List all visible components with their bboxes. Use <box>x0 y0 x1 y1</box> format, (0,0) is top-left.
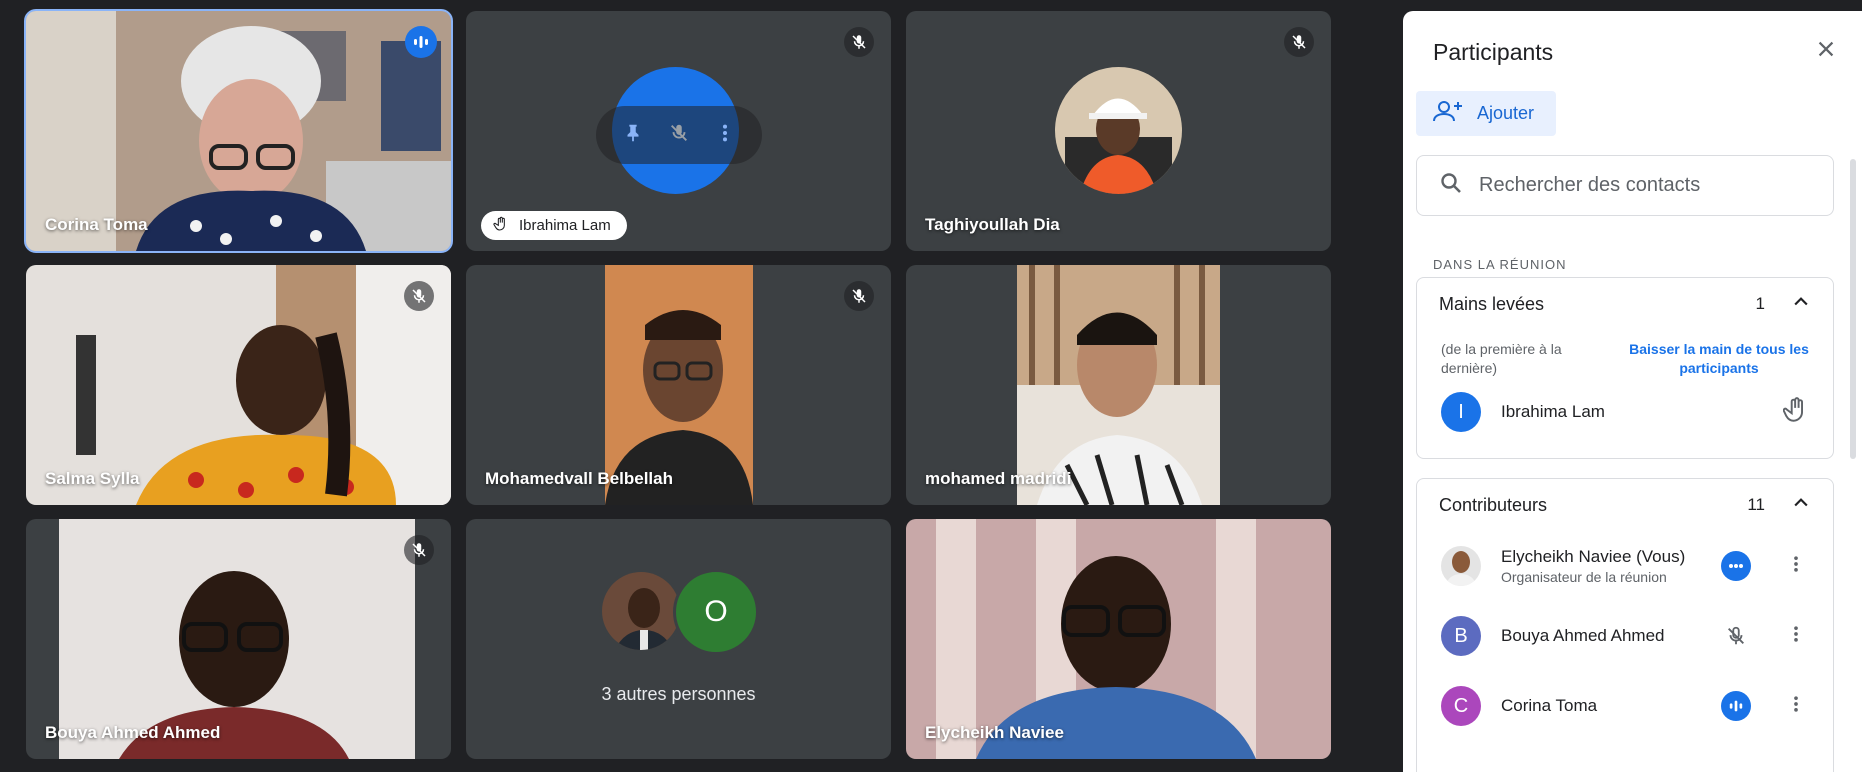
mic-off-icon <box>404 535 434 565</box>
more-options-button[interactable] <box>1781 551 1811 581</box>
contributor-row: C Corina Toma <box>1417 671 1833 741</box>
others-count-label: 3 autres personnes <box>601 684 756 704</box>
more-vert-icon <box>1786 624 1806 649</box>
search-contacts-field[interactable] <box>1416 155 1834 216</box>
participant-tile[interactable]: Taghiyoullah Dia <box>906 11 1331 251</box>
in-meeting-section-label: DANS LA RÉUNION <box>1433 257 1567 272</box>
participant-name: Corina Toma <box>1501 696 1598 715</box>
mic-off-icon <box>1721 621 1751 651</box>
participant-role: Organisateur de la réunion <box>1501 569 1667 585</box>
contributors-section: Contributeurs 11 Elycheikh Naviee (Vous)… <box>1416 478 1834 772</box>
participant-initial-avatar: I <box>1441 392 1481 432</box>
mic-off-icon <box>404 281 434 311</box>
contributors-header[interactable]: Contributeurs 11 <box>1417 479 1833 531</box>
participant-avatar <box>1055 67 1182 194</box>
raised-hands-title: Mains levées <box>1439 293 1545 314</box>
raised-hands-section: Mains levées 1 (de la première à la dern… <box>1416 277 1834 459</box>
speaking-indicator-icon <box>1721 691 1751 721</box>
participant-tile[interactable]: Corina Toma <box>24 9 453 253</box>
participant-name: Elycheikh Naviee <box>925 723 1064 742</box>
participant-tile[interactable]: Elycheikh Naviee <box>906 519 1331 759</box>
more-options-icon[interactable] <box>714 122 736 149</box>
participant-name: Bouya Ahmed Ahmed <box>1501 626 1665 645</box>
participant-name: Mohamedvall Belbellah <box>485 469 673 488</box>
raised-hands-note-row: (de la première à la dernière) Baisser l… <box>1417 330 1833 378</box>
more-options-button[interactable] <box>1781 621 1811 651</box>
participant-initial-avatar: O <box>673 569 759 655</box>
participant-name: Ibrahima Lam <box>1501 402 1605 421</box>
video-grid: Corina Toma Ibrahima Lam Taghiyoullah Di… <box>24 9 1332 759</box>
raised-hands-header[interactable]: Mains levées 1 <box>1417 278 1833 330</box>
mic-off-icon <box>844 27 874 57</box>
avatar <box>1441 546 1481 586</box>
raised-hands-order-note: (de la première à la dernière) <box>1441 341 1562 376</box>
contributor-row: Elycheikh Naviee (Vous) Organisateur de … <box>1417 531 1833 601</box>
others-tile[interactable]: O 3 autres personnes <box>466 519 891 759</box>
search-contacts-input[interactable] <box>1479 174 1799 197</box>
participant-name: Salma Sylla <box>45 469 140 488</box>
participant-name: Elycheikh Naviee (Vous) <box>1501 547 1686 566</box>
raised-hand-icon <box>1782 396 1809 429</box>
add-people-label: Ajouter <box>1477 103 1535 123</box>
contributors-count: 11 <box>1747 495 1765 514</box>
search-icon <box>1439 171 1463 200</box>
speaking-indicator-icon <box>405 26 437 58</box>
more-vert-icon <box>1786 694 1806 719</box>
lower-hand-button[interactable] <box>1781 396 1811 429</box>
panel-title: Participants <box>1433 39 1554 65</box>
participant-initial-avatar: C <box>1441 686 1481 726</box>
participant-initial-avatar: B <box>1441 616 1481 656</box>
mic-off-icon <box>844 281 874 311</box>
participant-name: Bouya Ahmed Ahmed <box>45 723 221 742</box>
participant-name: mohamed madridi <box>925 469 1072 488</box>
participant-tile[interactable]: Ibrahima Lam <box>466 11 891 251</box>
raised-hands-count: 1 <box>1755 294 1765 313</box>
raised-hand-icon <box>493 216 509 236</box>
add-people-button[interactable]: Ajouter <box>1416 91 1556 136</box>
close-button[interactable] <box>1810 35 1842 67</box>
participant-tile[interactable]: Mohamedvall Belbellah <box>466 265 891 505</box>
chevron-up-icon[interactable] <box>1791 292 1811 317</box>
chevron-up-icon[interactable] <box>1791 493 1811 518</box>
participant-tile[interactable]: mohamed madridi <box>906 265 1331 505</box>
pin-icon[interactable] <box>622 122 644 149</box>
participant-name: Ibrahima Lam <box>519 217 611 234</box>
participant-name: Corina Toma <box>45 215 148 234</box>
participant-tile[interactable]: Bouya Ahmed Ahmed <box>26 519 451 759</box>
participant-avatar <box>599 569 683 653</box>
add-person-icon <box>1433 99 1463 128</box>
raised-hand-person: I Ibrahima Lam <box>1417 378 1833 446</box>
contributors-title: Contributeurs <box>1439 494 1548 515</box>
panel-scrollbar[interactable] <box>1850 159 1856 459</box>
more-vert-icon <box>1786 554 1806 579</box>
participant-name: Taghiyoullah Dia <box>925 215 1060 234</box>
more-status-icon <box>1721 551 1751 581</box>
mic-off-icon <box>1284 27 1314 57</box>
mute-toggle-icon[interactable] <box>668 122 690 149</box>
participant-tile[interactable]: Salma Sylla <box>26 265 451 505</box>
contributor-row: B Bouya Ahmed Ahmed <box>1417 601 1833 671</box>
tile-hover-controls <box>596 106 762 164</box>
raised-hand-name-pill: Ibrahima Lam <box>481 211 627 240</box>
more-options-button[interactable] <box>1781 691 1811 721</box>
close-icon <box>1815 38 1837 65</box>
participants-panel: Participants Ajouter DANS LA RÉUNION Mai… <box>1403 11 1862 772</box>
lower-all-hands-button[interactable]: Baisser la main de tous les participants <box>1619 340 1819 378</box>
